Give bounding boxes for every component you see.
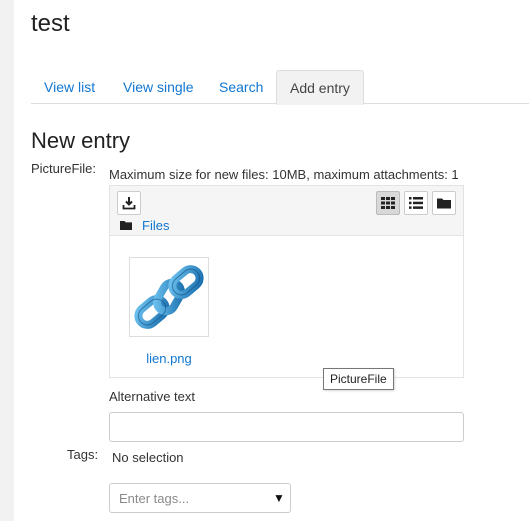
tab-bar: View list View single Search Add entry xyxy=(31,70,529,105)
picture-file-label: PictureFile: xyxy=(31,161,97,176)
tags-label: Tags: xyxy=(67,447,99,462)
tab-add-entry[interactable]: Add entry xyxy=(276,70,364,105)
folder-view-button[interactable] xyxy=(432,191,456,215)
caret-down-icon: ▼ xyxy=(273,491,285,505)
grid-view-button[interactable] xyxy=(376,191,400,215)
chain-link-icon xyxy=(134,265,204,329)
list-view-icon xyxy=(409,197,423,209)
section-title: New entry xyxy=(31,128,131,153)
grid-view-icon xyxy=(381,197,395,209)
tags-select[interactable]: Enter tags... ▼ xyxy=(109,483,291,513)
file-name-link[interactable]: lien.png xyxy=(129,351,209,366)
download-button[interactable] xyxy=(117,191,141,215)
page-title: test xyxy=(31,10,70,37)
path-files-link[interactable]: Files xyxy=(142,218,169,233)
folder-view-icon xyxy=(437,198,451,209)
alt-text-input[interactable] xyxy=(109,412,464,442)
tab-view-list[interactable]: View list xyxy=(31,70,108,104)
list-view-button[interactable] xyxy=(404,191,428,215)
tooltip: PictureFile xyxy=(323,368,394,390)
tags-placeholder: Enter tags... xyxy=(119,490,190,506)
tab-search[interactable]: Search xyxy=(206,70,276,104)
alt-text-label: Alternative text xyxy=(109,389,195,404)
file-manager: Files lien.png xyxy=(109,185,464,378)
file-manager-toolbar: Files xyxy=(110,186,463,236)
tags-selection-status: No selection xyxy=(112,450,184,465)
file-thumbnail[interactable] xyxy=(129,257,209,337)
download-icon xyxy=(122,197,136,210)
tab-view-single[interactable]: View single xyxy=(110,70,207,104)
folder-icon xyxy=(120,221,132,230)
breadcrumb: Files xyxy=(120,218,169,233)
left-margin-strip xyxy=(0,0,14,521)
max-size-info: Maximum size for new files: 10MB, maximu… xyxy=(109,167,459,182)
